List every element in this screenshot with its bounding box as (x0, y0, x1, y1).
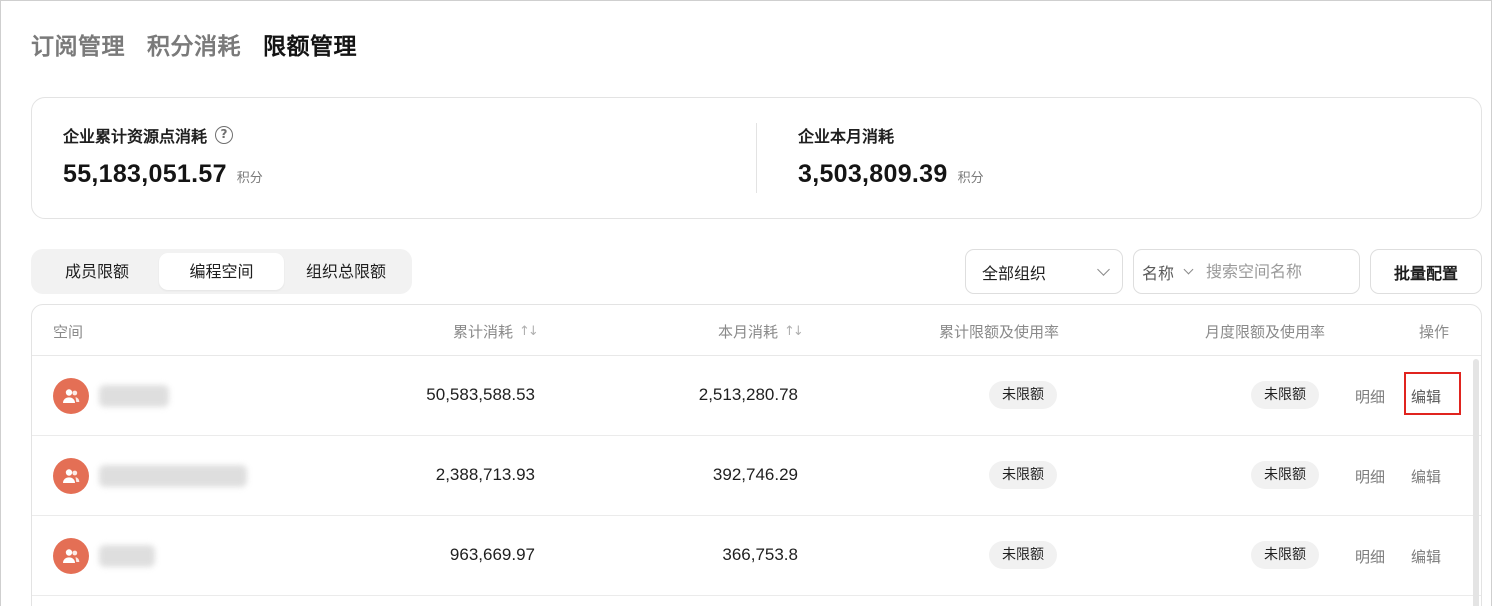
space-avatar (53, 378, 89, 414)
chevron-down-icon (1183, 264, 1194, 275)
column-total-consumption[interactable]: 累计消耗 ↑↓ (453, 321, 539, 342)
total-consumption-cell: 963,669.97 (449, 545, 535, 564)
monthly-limit-badge: 未限额 (1251, 541, 1319, 569)
detail-link[interactable]: 明细 (1355, 386, 1385, 407)
users-icon (63, 469, 80, 483)
search-field-value: 名称 (1142, 263, 1175, 283)
table-scrollbar[interactable] (1473, 359, 1479, 606)
total-limit-badge: 未限额 (989, 461, 1057, 489)
monthly-consumption-unit: 积分 (957, 171, 984, 186)
monthly-consumption-cell: 366,753.8 (722, 545, 798, 564)
search-box: 名称 (1133, 249, 1360, 294)
search-field-select[interactable]: 名称 (1142, 260, 1194, 284)
total-consumption-cell: 2,388,713.93 (435, 465, 535, 484)
space-name-redacted (99, 465, 247, 487)
table-row: 963,669.97 366,753.8 未限额 未限额 明细 编辑 (32, 516, 1481, 596)
tab-subscription[interactable]: 订阅管理 (31, 27, 125, 61)
space-name-redacted (99, 385, 169, 407)
summary-card: 企业累计资源点消耗 ? 55,183,051.57 积分 企业本月消耗 3,50… (31, 97, 1482, 219)
edit-link[interactable]: 编辑 (1411, 466, 1441, 487)
total-limit-badge: 未限额 (989, 381, 1057, 409)
org-select-value: 全部组织 (982, 263, 1047, 283)
page-frame: 订阅管理 积分消耗 限额管理 企业累计资源点消耗 ? 55,183,051.57… (0, 0, 1492, 606)
monthly-consumption-label: 企业本月消耗 (798, 127, 895, 146)
scope-segmented-control: 成员限额 编程空间 组织总限额 (31, 249, 412, 294)
column-monthly-limit: 月度限额及使用率 (1205, 323, 1326, 341)
sort-icon[interactable]: ↑↓ (784, 324, 804, 339)
total-consumption-stat: 企业累计资源点消耗 ? 55,183,051.57 积分 (63, 124, 263, 189)
monthly-consumption-cell: 2,513,280.78 (698, 385, 798, 404)
top-tabs: 订阅管理 积分消耗 限额管理 (31, 27, 357, 61)
monthly-consumption-value: 3,503,809.39 (798, 160, 948, 188)
monthly-consumption-stat: 企业本月消耗 3,503,809.39 积分 (798, 124, 984, 189)
total-consumption-unit: 积分 (236, 171, 263, 186)
users-icon (63, 549, 80, 563)
edit-link[interactable]: 编辑 (1411, 386, 1441, 407)
tab-quota-management[interactable]: 限额管理 (263, 27, 357, 61)
monthly-limit-badge: 未限额 (1251, 461, 1319, 489)
column-actions: 操作 (1419, 323, 1450, 341)
users-icon (63, 389, 80, 403)
space-name-redacted (99, 545, 155, 567)
space-table: 空间 累计消耗 ↑↓ 本月消耗 ↑↓ 累计限额及使用率 月度限额及使用率 操作 50… (31, 304, 1482, 606)
column-monthly-consumption[interactable]: 本月消耗 ↑↓ (718, 321, 804, 342)
column-total-limit: 累计限额及使用率 (939, 323, 1060, 341)
chevron-down-icon (1097, 262, 1110, 276)
detail-link[interactable]: 明细 (1355, 546, 1385, 567)
space-avatar (53, 538, 89, 574)
table-header: 空间 累计消耗 ↑↓ 本月消耗 ↑↓ 累计限额及使用率 月度限额及使用率 操作 (32, 305, 1481, 356)
table-row: 2,388,713.93 392,746.29 未限额 未限额 明细 编辑 (32, 436, 1481, 516)
search-input[interactable] (1206, 262, 1337, 281)
column-space: 空间 (53, 323, 84, 341)
segment-coding-space[interactable]: 编程空间 (159, 253, 284, 290)
monthly-consumption-cell: 392,746.29 (712, 465, 798, 484)
tab-points-consumption[interactable]: 积分消耗 (147, 27, 241, 61)
summary-divider (756, 123, 757, 193)
org-select[interactable]: 全部组织 (965, 249, 1123, 294)
table-row: 50,583,588.53 2,513,280.78 未限额 未限额 明细 编辑 (32, 356, 1481, 436)
space-avatar (53, 458, 89, 494)
total-consumption-cell: 50,583,588.53 (426, 385, 535, 404)
question-circle-icon[interactable]: ? (215, 126, 234, 144)
segment-member-quota[interactable]: 成员限额 (35, 253, 159, 290)
batch-config-button[interactable]: 批量配置 (1370, 249, 1482, 294)
monthly-limit-badge: 未限额 (1251, 381, 1319, 409)
detail-link[interactable]: 明细 (1355, 466, 1385, 487)
total-consumption-value: 55,183,051.57 (63, 160, 227, 188)
total-limit-badge: 未限额 (989, 541, 1057, 569)
total-consumption-label: 企业累计资源点消耗 (63, 127, 208, 146)
segment-org-total-quota[interactable]: 组织总限额 (284, 253, 408, 290)
edit-link[interactable]: 编辑 (1411, 546, 1441, 567)
sort-icon[interactable]: ↑↓ (519, 324, 539, 339)
